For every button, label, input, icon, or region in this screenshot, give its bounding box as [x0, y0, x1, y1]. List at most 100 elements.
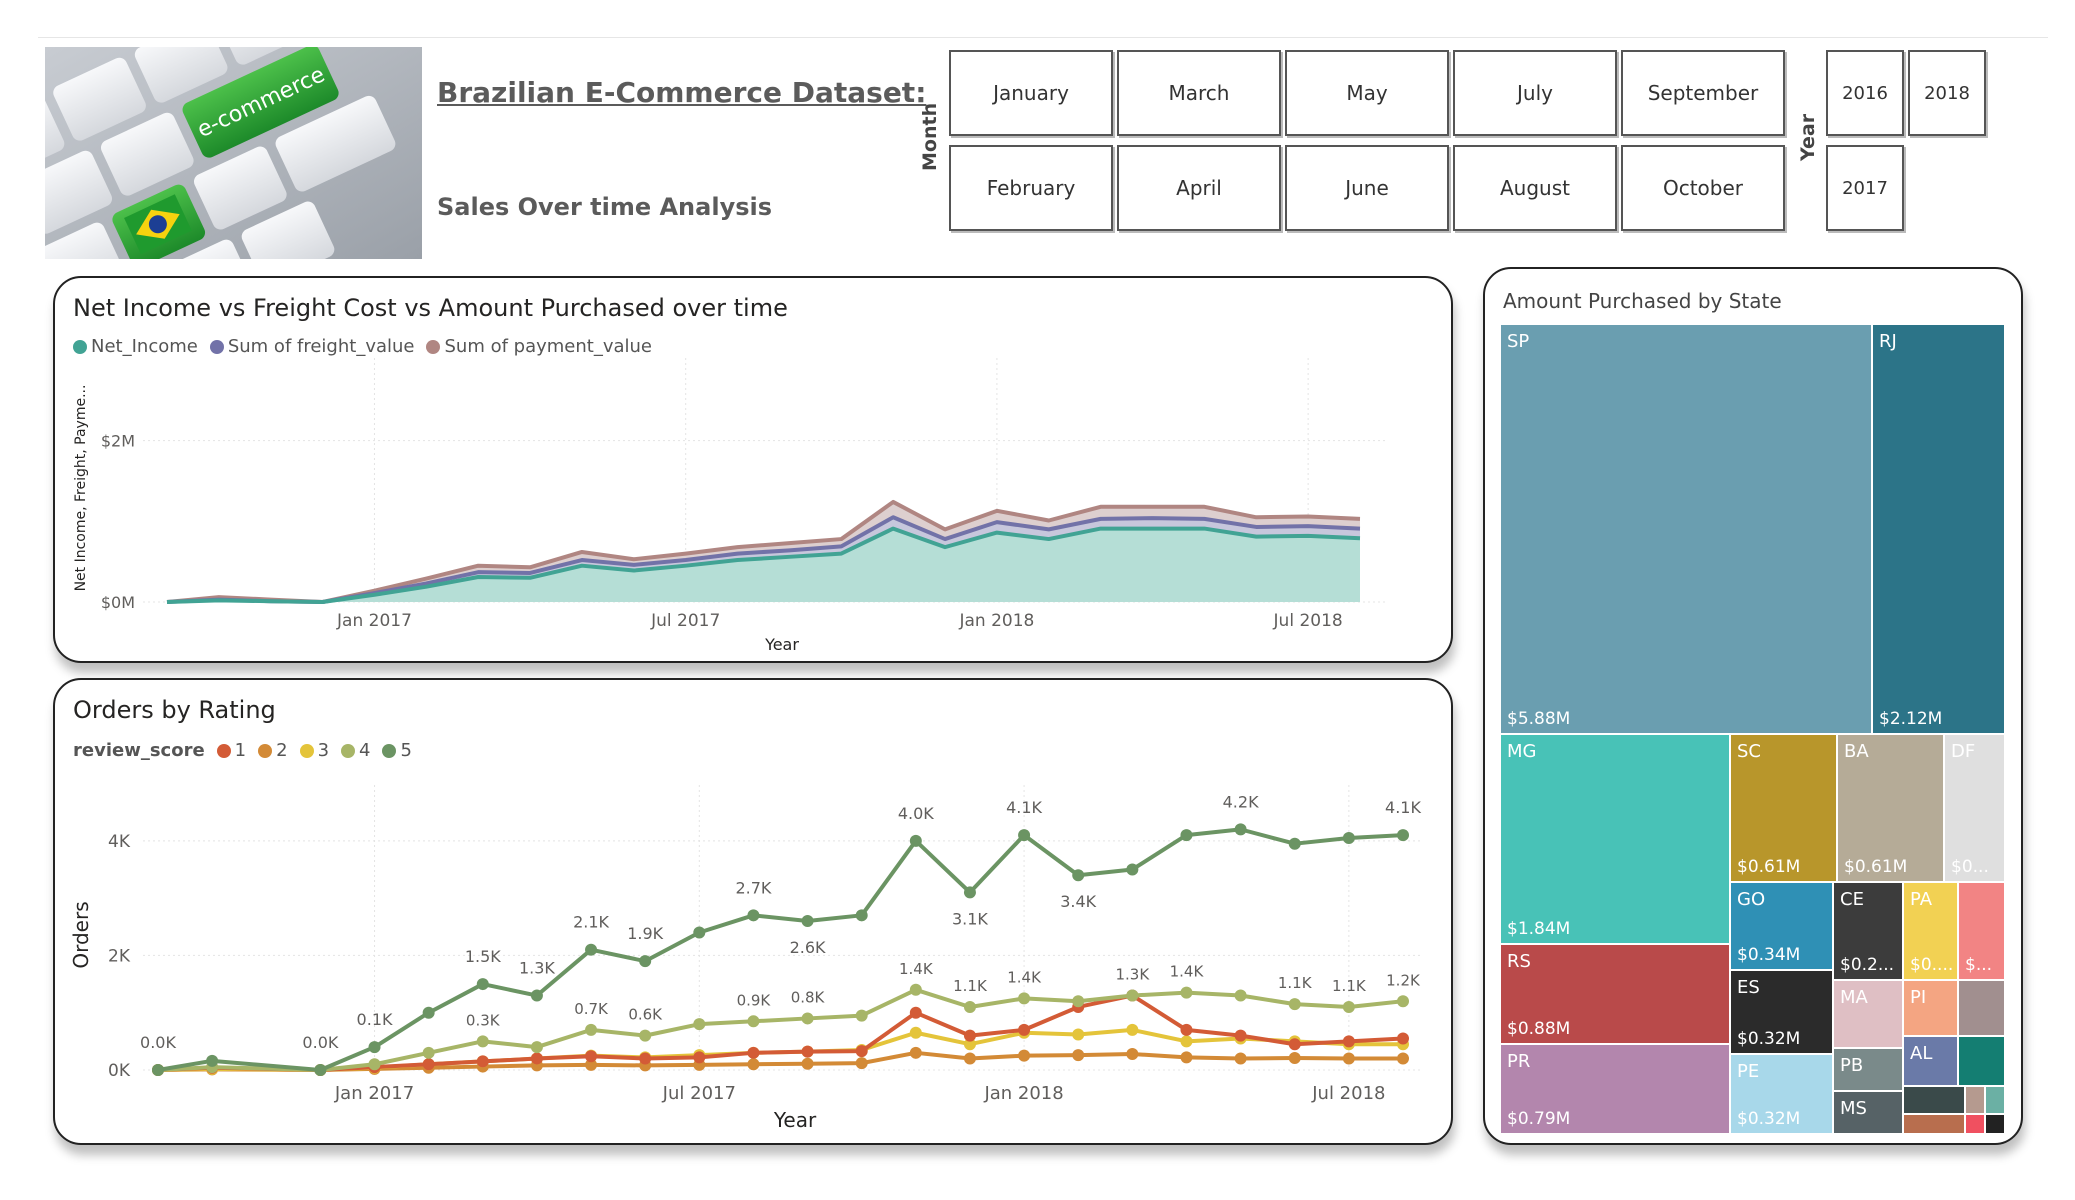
chart2-point-score-1 — [855, 1045, 868, 1058]
chart2-y-label: Orders — [69, 901, 93, 968]
treemap-cell-other-9[interactable] — [1985, 1114, 2005, 1134]
year-2016-button[interactable]: 2016 — [1826, 50, 1904, 136]
month-july-button[interactable]: July — [1453, 50, 1617, 136]
chart2-point-score-4 — [1018, 992, 1031, 1005]
chart2-data-label: 2.6K — [790, 938, 826, 957]
chart1-x-tick: Jan 2017 — [336, 611, 412, 631]
treemap-cell-rj[interactable]: RJ $2.12M — [1872, 324, 2005, 734]
chart2-point-score-2 — [1234, 1052, 1247, 1065]
treemap-cell-df[interactable]: DF $0... — [1944, 734, 2005, 882]
chart2-point-score-4 — [963, 1000, 976, 1013]
chart2-point-score-5 — [747, 909, 760, 922]
chart2-data-label: 2.1K — [573, 913, 609, 932]
chart2-point-score-1 — [1342, 1035, 1355, 1048]
treemap-cell-ba[interactable]: BA $0.61M — [1837, 734, 1944, 882]
treemap-cell-ce[interactable]: CE $0.2... — [1833, 882, 1903, 980]
chart2-point-score-1 — [1180, 1023, 1193, 1036]
treemap-cell-other-8[interactable] — [1965, 1114, 1985, 1134]
chart2-point-score-2 — [963, 1052, 976, 1065]
chart2-point-score-1 — [585, 1050, 598, 1063]
chart2-point-score-5 — [314, 1064, 327, 1076]
chart2-point-score-5 — [801, 915, 814, 928]
chart2-point-score-5 — [855, 909, 868, 922]
chart1-plot[interactable]: Jan 2017 Jul 2017 Jan 2018 Jul 2018 $2M $0M Ye… — [55, 278, 1451, 661]
treemap-cell-other-1[interactable]: $... — [1958, 882, 2005, 980]
treemap-cell-other-4[interactable] — [1903, 1086, 1965, 1114]
chart2-data-label: 4.2K — [1223, 792, 1259, 811]
treemap-cell-al[interactable]: AL — [1903, 1036, 1958, 1086]
treemap-cell-other-2[interactable] — [1958, 980, 2005, 1036]
treemap-title: Amount Purchased by State — [1503, 289, 1782, 313]
chart2-point-score-4 — [422, 1046, 435, 1059]
chart2-point-score-2 — [1397, 1052, 1409, 1065]
month-february-button[interactable]: February — [949, 145, 1113, 231]
month-january-button[interactable]: January — [949, 50, 1113, 136]
orders-by-rating-panel: Orders by Rating review_score 1 2 3 4 5 … — [53, 678, 1453, 1145]
chart2-data-label: 3.1K — [952, 909, 988, 928]
treemap-cell-other-3[interactable] — [1958, 1036, 2005, 1086]
treemap-cell-go[interactable]: GO $0.34M — [1730, 882, 1833, 970]
chart1-x-tick: Jul 2018 — [1273, 611, 1343, 631]
treemap-cell-ma[interactable]: MA — [1833, 980, 1903, 1048]
treemap-cell-sc[interactable]: SC $0.61M — [1730, 734, 1837, 882]
chart1-area-net_income — [167, 528, 1360, 602]
month-october-button[interactable]: October — [1621, 145, 1785, 231]
month-may-button[interactable]: May — [1285, 50, 1449, 136]
chart2-data-label: 4.1K — [1385, 798, 1421, 817]
chart2-point-score-1 — [909, 1006, 922, 1019]
chart2-point-score-4 — [747, 1015, 760, 1028]
treemap-cell-sp[interactable]: SP $5.88M — [1500, 324, 1872, 734]
chart2-point-score-4 — [1342, 1000, 1355, 1013]
chart2-data-label: 1.9K — [627, 924, 663, 943]
treemap: SP $5.88M RJ $2.12M MG $1.84M SC $0.61M BA $0… — [1500, 324, 2005, 1134]
chart2-point-score-5 — [1126, 863, 1139, 876]
chart2-point-score-2 — [801, 1057, 814, 1070]
net-income-chart-panel: Net Income vs Freight Cost vs Amount Pur… — [53, 276, 1453, 663]
month-march-button[interactable]: March — [1117, 50, 1281, 136]
chart2-point-score-4 — [476, 1035, 489, 1048]
chart2-point-score-1 — [801, 1045, 814, 1058]
chart2-point-score-4 — [693, 1018, 706, 1031]
month-june-button[interactable]: June — [1285, 145, 1449, 231]
treemap-cell-pr[interactable]: PR $0.79M — [1500, 1044, 1730, 1134]
month-april-button[interactable]: April — [1117, 145, 1281, 231]
chart2-point-score-4 — [585, 1023, 598, 1036]
treemap-cell-ms[interactable]: MS — [1833, 1091, 1903, 1134]
chart1-y-label: Net Income, Freight, Payme... — [73, 385, 89, 592]
month-september-button[interactable]: September — [1621, 50, 1785, 136]
chart1-y-tick: $2M — [101, 432, 135, 451]
year-2018-button[interactable]: 2018 — [1908, 50, 1986, 136]
chart2-data-label: 3.4K — [1060, 892, 1096, 911]
chart2-data-label: 0.0K — [302, 1033, 338, 1052]
chart1-x-tick: Jan 2018 — [958, 611, 1034, 631]
report-title: Brazilian E-Commerce Dataset: — [437, 76, 927, 109]
treemap-cell-es[interactable]: ES $0.32M — [1730, 970, 1833, 1054]
treemap-cell-pa[interactable]: PA $0.... — [1903, 882, 1958, 980]
chart2-x-tick: Jan 2017 — [334, 1083, 414, 1104]
treemap-cell-pb[interactable]: PB — [1833, 1048, 1903, 1091]
treemap-cell-rs[interactable]: RS $0.88M — [1500, 944, 1730, 1044]
chart2-point-score-2 — [1072, 1049, 1085, 1062]
chart2-point-score-4 — [530, 1041, 543, 1054]
treemap-cell-pi[interactable]: PI — [1903, 980, 1958, 1036]
treemap-cell-pe[interactable]: PE $0.32M — [1730, 1054, 1833, 1134]
treemap-cell-mg[interactable]: MG $1.84M — [1500, 734, 1730, 944]
chart1-x-label: Year — [764, 635, 799, 654]
month-august-button[interactable]: August — [1453, 145, 1617, 231]
chart2-data-label: 1.3K — [1115, 966, 1150, 984]
treemap-cell-other-7[interactable] — [1903, 1114, 1965, 1134]
chart2-point-score-4 — [801, 1012, 814, 1025]
chart2-y-tick: 0K — [108, 1061, 131, 1081]
chart1-y-tick: $0M — [101, 593, 135, 612]
chart2-x-label: Year — [773, 1108, 817, 1132]
year-2017-button[interactable]: 2017 — [1826, 145, 1904, 231]
chart2-data-label: 0.3K — [466, 1011, 501, 1029]
treemap-cell-other-6[interactable] — [1985, 1086, 2005, 1114]
chart2-data-label: 1.4K — [1170, 963, 1205, 981]
chart2-point-score-5 — [1397, 829, 1409, 842]
treemap-cell-other-5[interactable] — [1965, 1086, 1985, 1114]
chart2-plot[interactable]: 4K 2K 0K Jan 2017 Jul 2017 Jan 2018 Jul 2018 0.… — [55, 680, 1451, 1143]
chart2-point-score-4 — [1288, 998, 1301, 1011]
chart2-point-score-4 — [368, 1058, 381, 1071]
chart2-point-score-4 — [1072, 995, 1085, 1008]
